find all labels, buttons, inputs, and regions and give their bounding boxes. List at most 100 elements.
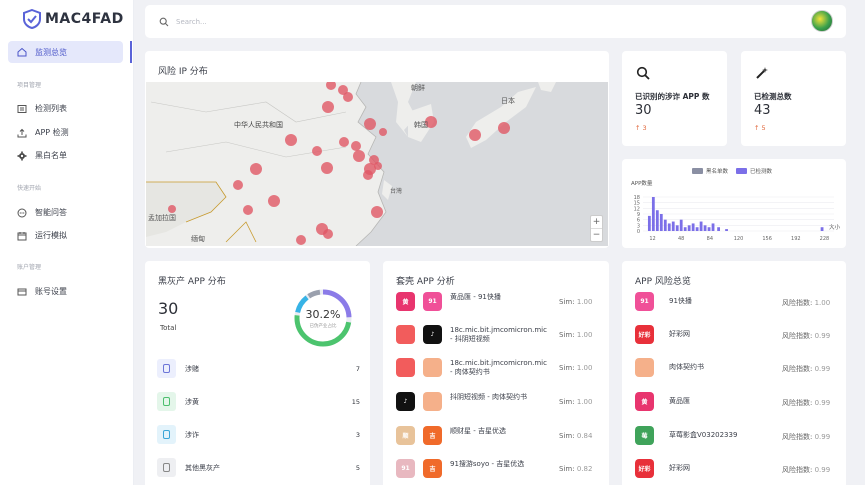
- chart-xtick: 156: [762, 236, 772, 242]
- chart-xtick: 192: [791, 236, 801, 242]
- stat-value: 43: [754, 103, 771, 118]
- map-card-title: 风险 IP 分布: [158, 67, 208, 77]
- search-input[interactable]: Search...: [176, 18, 207, 26]
- chart-xtick: 120: [734, 236, 744, 242]
- distribution-total-value: 30: [158, 299, 179, 318]
- distribution-total-label: Total: [160, 324, 177, 332]
- chart-bar[interactable]: [703, 225, 707, 231]
- sidebar-item-label: APP 检测: [35, 128, 69, 137]
- distribution-row-value: 5: [355, 464, 360, 472]
- app-name: 91快播: [669, 297, 692, 305]
- chart-bar[interactable]: [655, 210, 659, 231]
- app-pair-name: 18c.mic.bit.jmcomicron.mic - 抖阴短视频: [450, 326, 547, 343]
- chart-bar[interactable]: [671, 221, 675, 231]
- app-name: 好彩网: [669, 330, 690, 338]
- chart-xtick: 12: [649, 236, 655, 242]
- app-icon: 91: [423, 292, 442, 311]
- sidebar: MAC4FAD 监测总览 项目管理 检测列表 APP 检测 黑白名单 快速开始 …: [0, 0, 134, 485]
- sidebar-item-label: 智能问答: [35, 208, 67, 217]
- active-indicator: [130, 41, 132, 63]
- map-label: 中华人民共和国: [234, 120, 283, 129]
- chart-bar[interactable]: [683, 227, 687, 231]
- app-pair-name: 顺财星 - 吉星优选: [450, 427, 506, 435]
- distribution-row-label: 涉赌: [185, 365, 199, 373]
- zoom-out-button[interactable]: −: [591, 228, 602, 241]
- chart-bar[interactable]: [711, 223, 715, 231]
- map-label: 台灣: [390, 187, 402, 195]
- sidebar-item-account-settings[interactable]: 账号设置: [17, 286, 67, 297]
- distribution-row-value: 3: [355, 431, 360, 439]
- risk-title: APP 风险总览: [635, 277, 691, 287]
- chat-icon: [17, 208, 27, 218]
- app-pair-name: 91搜游soyo - 吉星优选: [450, 460, 525, 468]
- sidebar-item-simulation[interactable]: 运行模拟: [17, 230, 67, 241]
- risk-index: 风险指数: 0.99: [782, 433, 831, 441]
- risk-ip-map[interactable]: 朝鲜 日本 中华人民共和国 韩国 台灣 孟加拉国 缅甸 + −: [146, 82, 608, 246]
- distribution-row-value: 7: [355, 365, 360, 373]
- chart-bar[interactable]: [820, 227, 824, 231]
- bar-chart: APP数量 大小 181512963012 48 84 120 156 192 228: [631, 179, 841, 242]
- sidebar-item-detection-list[interactable]: 检测列表: [17, 103, 67, 114]
- chart-bar[interactable]: [699, 221, 703, 231]
- chart-bar[interactable]: [725, 229, 728, 231]
- home-icon: [17, 47, 27, 57]
- sidebar-item-black-white-list[interactable]: 黑白名单: [17, 150, 67, 161]
- chart-bar[interactable]: [675, 225, 679, 231]
- app-icon: [396, 358, 415, 377]
- similarity-score: Sim: 1.00: [559, 298, 593, 306]
- map-zoom-controls: + −: [590, 215, 603, 242]
- gear-icon: [17, 151, 27, 161]
- chart-bar[interactable]: [667, 223, 671, 231]
- stat-label: 已检测总数: [754, 92, 792, 101]
- chart-bar[interactable]: [663, 219, 667, 231]
- logo[interactable]: MAC4FAD: [22, 9, 124, 29]
- chart-bar[interactable]: [679, 219, 683, 231]
- app-icon: 91: [635, 292, 654, 311]
- distribution-row-label: 涉黄: [185, 398, 199, 406]
- app-icon: ♪: [423, 325, 442, 344]
- chart-xtick: 228: [820, 236, 830, 242]
- zoom-in-button[interactable]: +: [591, 216, 602, 228]
- app-icon: [635, 358, 654, 377]
- distribution-card: 黑灰产 APP 分布 30 Total 30.2% 已伪产业占比 涉赌 7 涉黄…: [145, 261, 370, 485]
- chart-ylabel: APP数量: [631, 179, 653, 187]
- distribution-row-value: 15: [351, 398, 360, 406]
- chart-bar[interactable]: [647, 215, 651, 231]
- map-label: 孟加拉国: [148, 213, 176, 222]
- chart-bar[interactable]: [717, 227, 721, 231]
- chart-bar[interactable]: [691, 223, 695, 231]
- similarity-score: Sim: 1.00: [559, 364, 593, 372]
- stat-delta: ↑ 5: [754, 124, 766, 132]
- distribution-row-label: 其他黑灰产: [185, 464, 220, 472]
- avatar[interactable]: [811, 10, 833, 32]
- chart-bar[interactable]: [687, 225, 691, 231]
- chart-bar[interactable]: [651, 197, 655, 231]
- chart-bar[interactable]: [695, 227, 699, 231]
- chart-bar[interactable]: [659, 214, 663, 231]
- stat-label: 已识别的涉诈 APP 数: [635, 92, 710, 101]
- donut-caption: 已伪产业占比: [309, 324, 337, 329]
- chart-xlabel: 大小: [829, 223, 841, 231]
- app-name: 草莓影盒V03202339: [669, 431, 738, 439]
- app-icon: 好彩: [635, 325, 654, 344]
- app-pair-name: 抖阴短视频 - 肉体契约书: [450, 393, 527, 401]
- app-icon: 莓: [635, 426, 654, 445]
- map-canvas: 朝鲜 日本 中华人民共和国 韩国 台灣 孟加拉国 缅甸: [146, 82, 608, 246]
- stat-value: 30: [635, 103, 652, 118]
- app-icon: ♪: [396, 392, 415, 411]
- app-icon: 黄: [635, 392, 654, 411]
- calendar-icon: [17, 231, 27, 241]
- app-icon: 黄: [396, 292, 415, 311]
- sidebar-section-label: 项目管理: [17, 82, 42, 89]
- logo-text: MAC4FAD: [45, 11, 124, 27]
- sidebar-item-smart-qa[interactable]: 智能问答: [17, 207, 67, 218]
- sidebar-item-label: 运行模拟: [35, 231, 67, 240]
- chart-xtick: 48: [678, 236, 684, 242]
- leaf-icon: [157, 392, 176, 411]
- chart-bar[interactable]: [707, 227, 711, 231]
- phone-icon: [157, 359, 176, 378]
- sidebar-item-app-detect[interactable]: APP 检测: [17, 127, 69, 138]
- chart-ytick: 0: [637, 229, 640, 235]
- sidebar-item-overview[interactable]: 监测总览: [8, 41, 123, 63]
- risk-index: 风险指数: 0.99: [782, 399, 831, 407]
